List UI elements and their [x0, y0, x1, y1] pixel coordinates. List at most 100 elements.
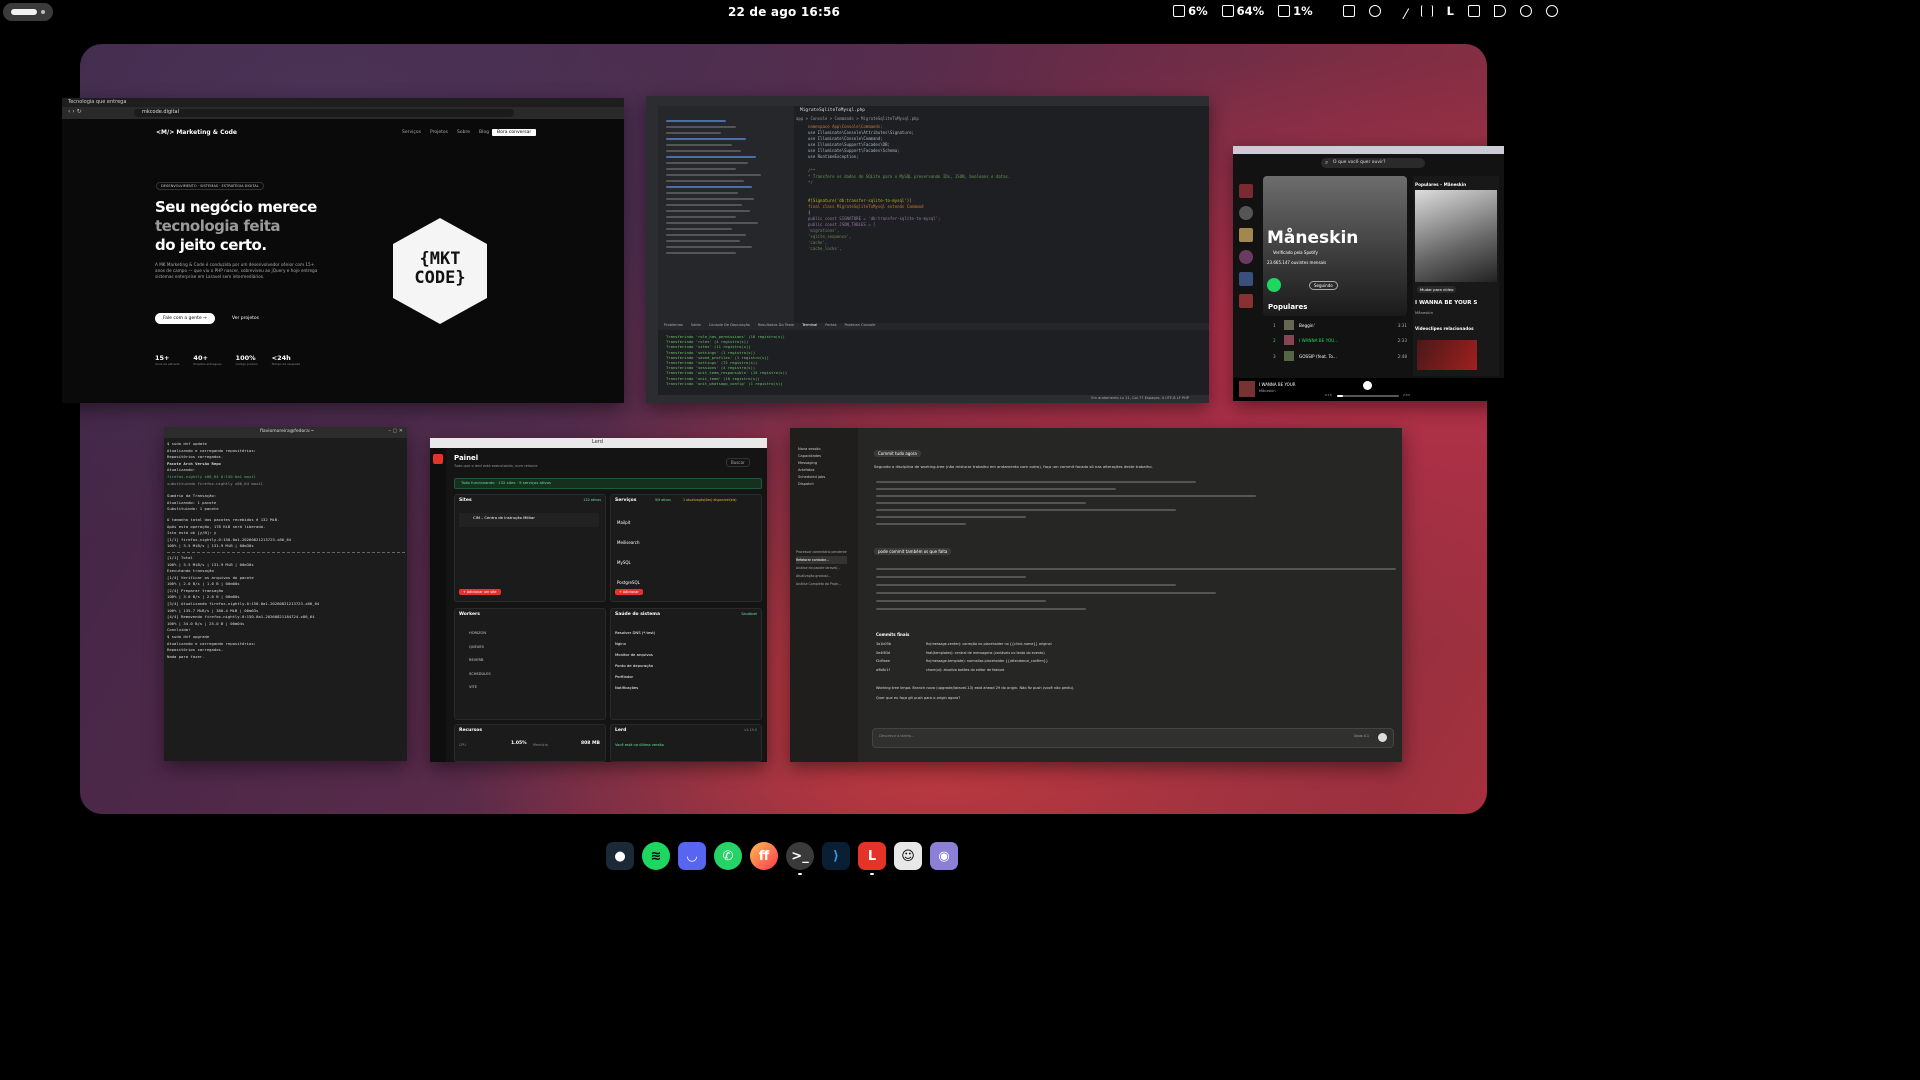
steam-icon[interactable]: ● — [606, 842, 634, 870]
file-explorer[interactable] — [658, 106, 794, 330]
tab-problems[interactable]: Problemas — [664, 323, 683, 330]
lerd-sidebar[interactable] — [430, 448, 446, 762]
artist-header: Måneskin Verificado pela Spotify 23.665.… — [1263, 176, 1407, 316]
service-meilisearch[interactable]: Meilisearch — [617, 533, 640, 553]
progress-bar[interactable] — [1337, 395, 1399, 397]
claude-sidebar[interactable]: Nova sessão Capacidades Messaging Artefa… — [790, 428, 858, 762]
track-row[interactable]: 1 Beggin' 3:31 — [1273, 318, 1407, 332]
site-nav: Serviços Projetos Sobre Blog — [402, 130, 489, 135]
worker-queues[interactable]: QUEUES — [469, 641, 491, 655]
activity-bar — [646, 106, 658, 403]
site-logo[interactable]: <M/> Marketing & Code — [156, 129, 237, 136]
spotify-window[interactable]: ⌕ O que você quer ouvir? Måneskin Verifi… — [1233, 146, 1504, 401]
model-selector[interactable]: Opus 4.1 — [1354, 734, 1369, 738]
volume-icon[interactable] — [1494, 5, 1506, 17]
track-row[interactable]: 3 GOSSIP (feat. To... 2:48 — [1273, 348, 1407, 364]
panel-subtitle: Tudo que o lerd está executando, num rel… — [454, 464, 538, 468]
spotify-library[interactable] — [1239, 176, 1257, 398]
ide-window[interactable]: MigrateSqliteToMysql.php app > Console >… — [646, 96, 1209, 403]
tab-output[interactable]: Saída — [691, 323, 701, 330]
integrated-terminal[interactable]: Transferindo 'role_has_permissions' (18 … — [666, 334, 787, 386]
power-icon[interactable] — [1546, 5, 1558, 17]
tab-test-results[interactable]: Resultados Do Teste — [758, 323, 794, 330]
code-editor[interactable]: namespace App\Console\Commands; use Illu… — [808, 124, 1203, 252]
nav-cta-button[interactable]: Bora conversar — [492, 129, 537, 136]
keyboard-layout[interactable]: L — [1447, 4, 1454, 18]
terminal-icon[interactable]: >_ — [786, 842, 814, 875]
tab-debug-console[interactable]: Console De Depuração — [709, 323, 750, 330]
discord-icon[interactable]: ◡ — [678, 842, 706, 870]
worker-reverb[interactable]: REVERB — [469, 654, 491, 668]
nav-about[interactable]: Sobre — [457, 130, 470, 135]
stats-row: 15+ Anos de estrada 40+ Projetos entregues… — [155, 354, 300, 366]
lerd-window[interactable]: Lerd Painel Tudo que o lerd está executa… — [430, 438, 767, 762]
claude-window[interactable]: Nova sessão Capacidades Messaging Artefa… — [790, 428, 1402, 762]
spotify-icon[interactable]: ≋ — [642, 842, 670, 870]
address-bar[interactable] — [134, 109, 514, 117]
assistant-lines-2 — [876, 562, 1396, 616]
hero-cta-secondary[interactable]: Ver projetos — [232, 316, 259, 321]
thread-item[interactable]: Análise Completa do Proje... — [796, 580, 847, 588]
no-mic-icon[interactable] — [1392, 2, 1409, 20]
thread-item[interactable]: Processar comentário pendente — [796, 548, 847, 556]
service-mysql[interactable]: MySQL — [617, 553, 640, 573]
equalizer-icon[interactable] — [1420, 5, 1433, 17]
worker-horizon[interactable]: HORIZON — [469, 627, 491, 641]
add-service-button[interactable]: + Adicionar — [615, 589, 643, 595]
firefox-icon[interactable]: ff — [750, 842, 778, 870]
track-row[interactable]: 2 I WANNA BE YOU... 2:33 — [1273, 332, 1407, 348]
following-button[interactable]: Seguindo — [1309, 281, 1338, 290]
disk-indicator[interactable]: 1% — [1278, 4, 1313, 18]
user-message-2: pode commit também os que falta — [874, 548, 952, 555]
nav-services[interactable]: Serviços — [402, 130, 421, 135]
site-row[interactable]: CIM – Centro de Instrução Militar — [459, 513, 599, 527]
thread-item[interactable]: Atualização gradual... — [796, 572, 847, 580]
nav-projects[interactable]: Projetos — [430, 130, 448, 135]
tab-ports[interactable]: Portas — [825, 323, 836, 330]
whatsapp-icon[interactable]: ✆ — [714, 842, 742, 870]
tab-terminal[interactable]: Terminal — [802, 323, 817, 330]
terminal-output[interactable]: $ sudo dnf update Atualizando e carregan… — [167, 441, 405, 660]
commits-table: 3a1b05b fix(message-center): correção no … — [876, 640, 1276, 674]
network-icon[interactable] — [1520, 5, 1532, 17]
back-icon[interactable]: ‹ › ↻ — [68, 108, 82, 115]
system-tray[interactable]: 6% 64% 1% L — [1173, 2, 1558, 20]
thread-item[interactable]: Refatorar contador... — [796, 556, 847, 564]
service-mailpit[interactable]: Mailpit — [617, 513, 640, 533]
dock: ● ≋ ◡ ✆ ff >_ ⟩ L ☺ ◉ — [606, 842, 958, 875]
lerd-icon[interactable]: L — [858, 842, 886, 875]
hero-cta-primary[interactable]: Fale com a gente → — [155, 313, 215, 324]
play-button[interactable] — [1267, 278, 1281, 292]
new-session[interactable]: Nova sessão — [798, 446, 825, 453]
battery-indicator[interactable]: 64% — [1221, 4, 1264, 18]
screen-icon[interactable] — [1468, 5, 1480, 17]
popular-title: Populares — [1268, 303, 1308, 311]
browser-tab[interactable]: Tecnologia que entrega — [68, 99, 126, 105]
panel-search[interactable]: Buscar — [726, 458, 750, 467]
window-controls[interactable]: – ▢ ✕ — [388, 428, 403, 434]
screenshot-icon[interactable]: ◉ — [930, 842, 958, 870]
send-button[interactable] — [1378, 733, 1387, 742]
thread-item[interactable]: Análise do pacote laravel/... — [796, 564, 847, 572]
nav-blog[interactable]: Blog — [479, 130, 489, 135]
browser-window[interactable]: Tecnologia que entrega ‹ › ↻ mkcode.digi… — [62, 98, 624, 403]
cpu-icon — [1173, 5, 1186, 17]
worker-schedules[interactable]: SCHEDULES — [469, 668, 491, 682]
spotify-tray-icon[interactable] — [1368, 5, 1381, 17]
play-pause-button[interactable] — [1363, 381, 1372, 390]
add-site-button[interactable]: + Adicionar um site — [459, 589, 501, 595]
ghostty-icon[interactable]: ☺ — [894, 842, 922, 870]
vscode-icon[interactable]: ⟩ — [822, 842, 850, 870]
prompt-input[interactable]: Descreva a tarefa... Opus 4.1 — [872, 728, 1394, 748]
hero-headline-3: do jeito certo. — [155, 236, 267, 254]
terminal-window[interactable]: flaviomoreira@fedora:~ – ▢ ✕ $ sudo dnf … — [164, 427, 407, 761]
editor-tab[interactable]: MigrateSqliteToMysql.php — [796, 108, 870, 113]
layout-icon[interactable] — [1342, 5, 1355, 17]
assistant-question: Quer que eu faça git push para o origin … — [876, 696, 961, 700]
player-bar[interactable]: I WANNA BE YOUR Måneskin 0:15 2:53 — [1233, 378, 1504, 401]
switch-video-button[interactable]: Mudar para vídeo — [1417, 286, 1457, 293]
spotify-search[interactable]: ⌕ O que você quer ouvir? — [1321, 158, 1425, 168]
cpu-indicator[interactable]: 6% — [1173, 4, 1208, 18]
worker-vite[interactable]: VITE — [469, 681, 491, 695]
tab-postman[interactable]: Postman Console — [844, 323, 875, 330]
